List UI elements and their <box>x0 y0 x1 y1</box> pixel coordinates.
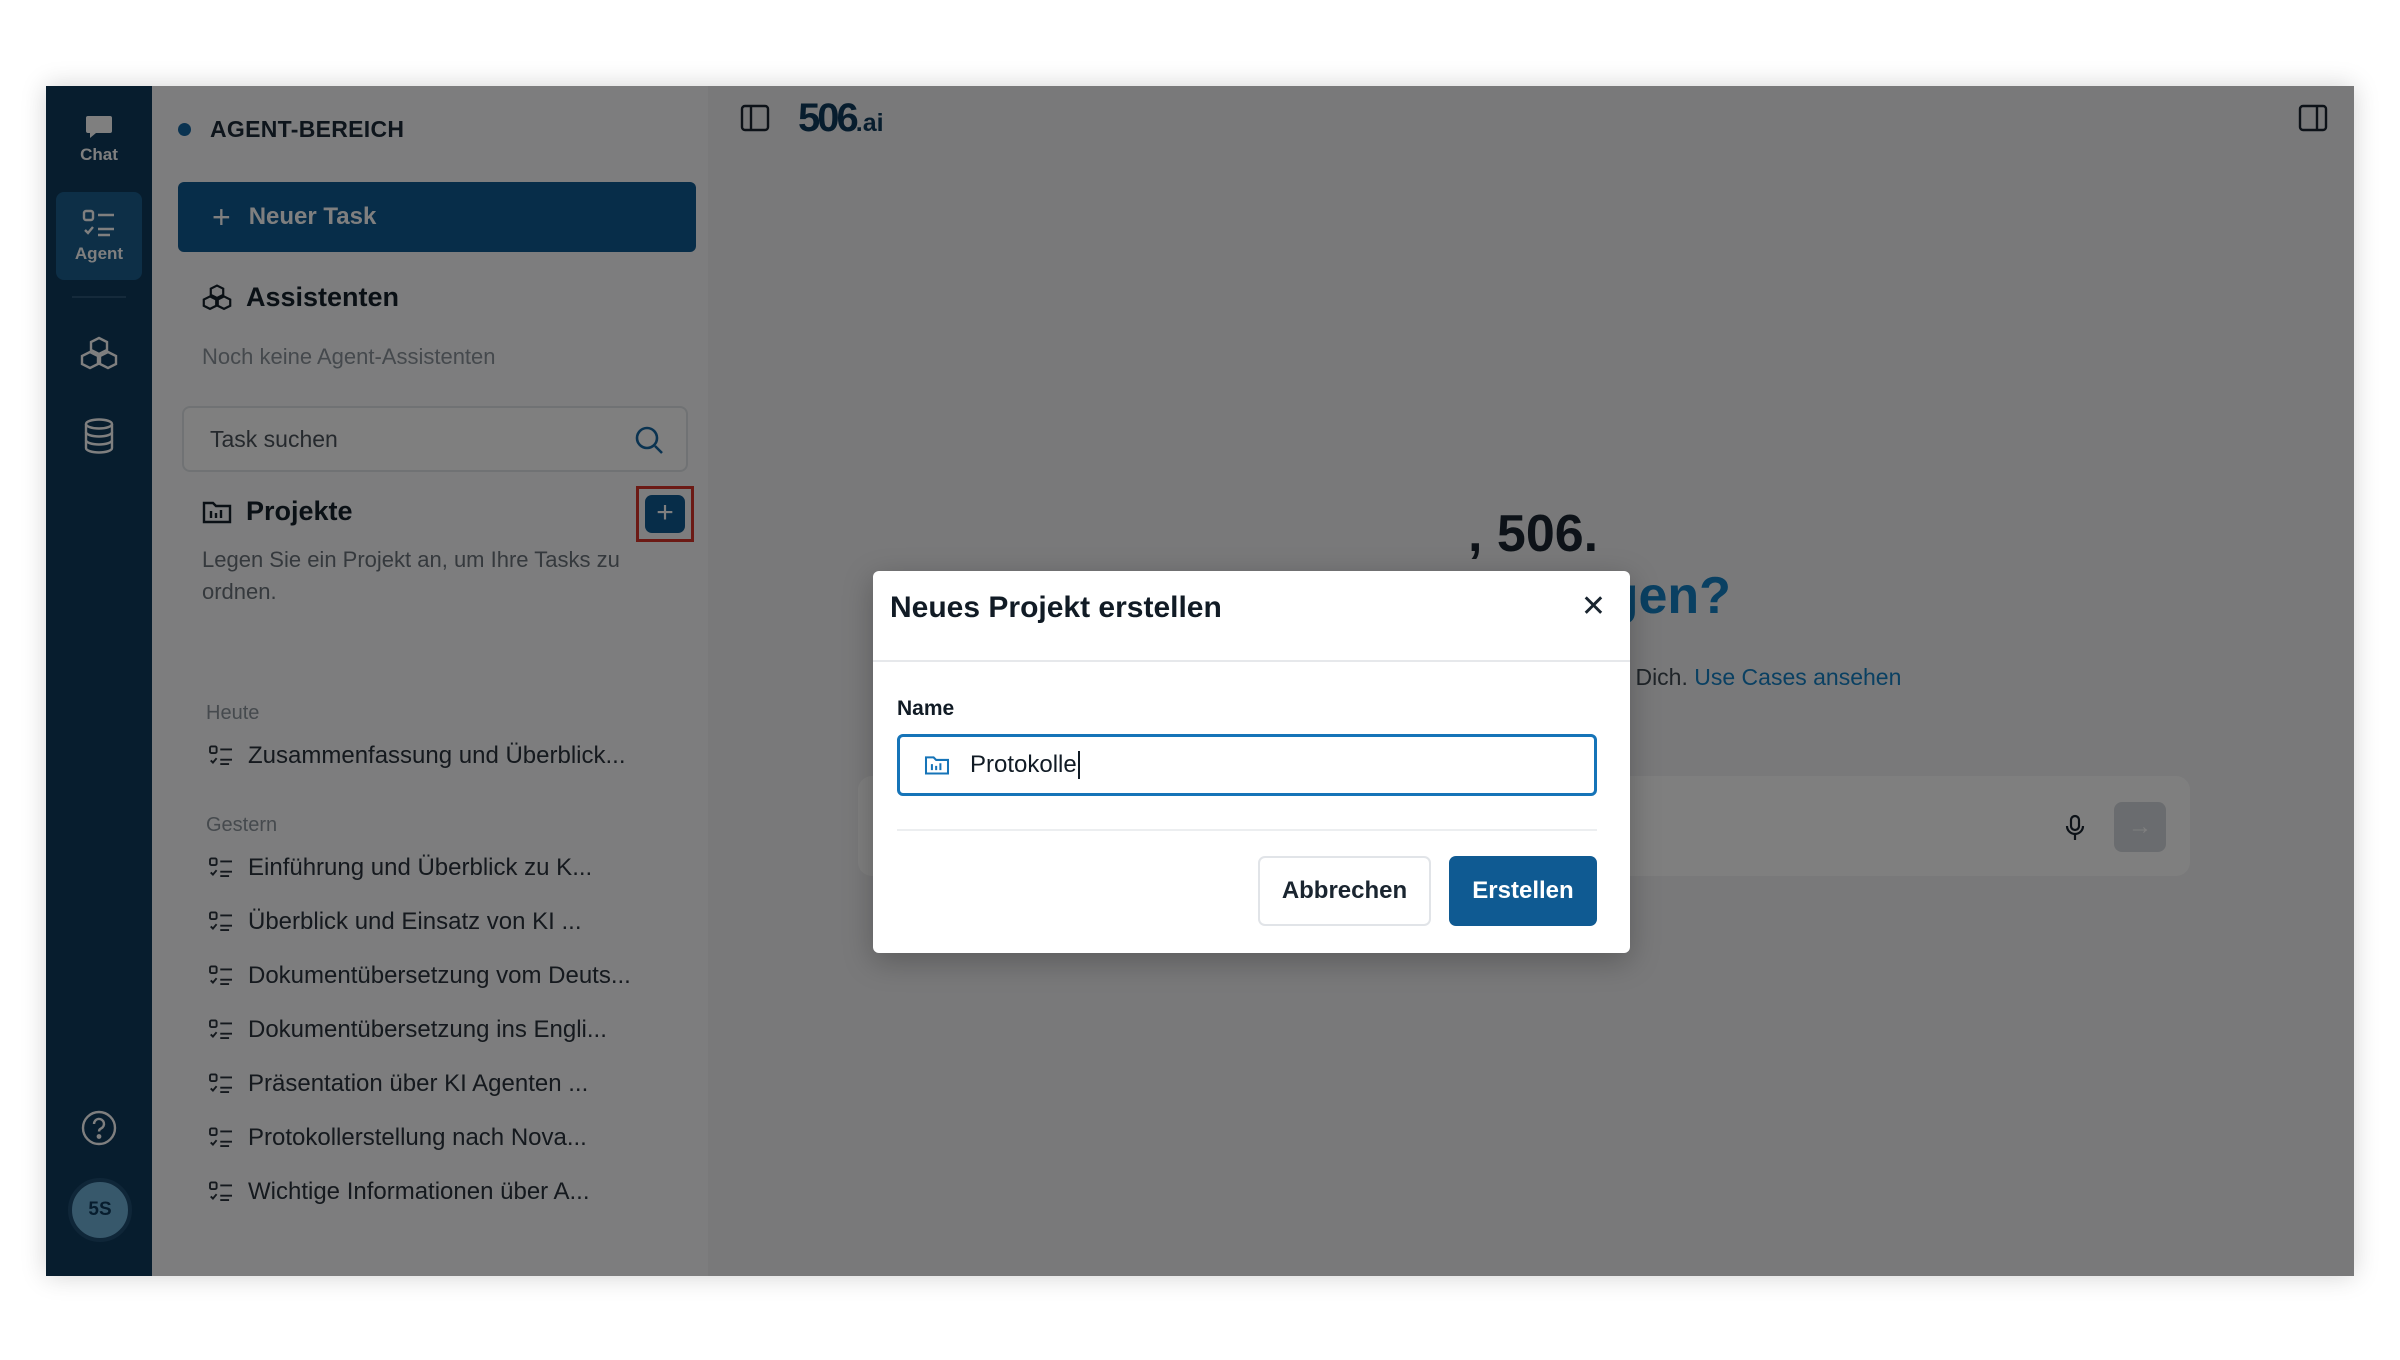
project-name-input[interactable]: Protokolle <box>897 734 1597 796</box>
create-button[interactable]: Erstellen <box>1449 856 1597 926</box>
divider <box>897 829 1597 831</box>
project-name-value: Protokolle <box>970 751 1077 778</box>
name-field-label: Name <box>897 697 955 720</box>
dialog-title: Neues Projekt erstellen <box>890 591 1222 624</box>
text-caret <box>1077 751 1080 779</box>
close-icon[interactable]: ✕ <box>1581 589 1606 624</box>
divider <box>873 660 1630 662</box>
new-project-dialog: Neues Projekt erstellen ✕ Name Protokoll… <box>873 571 1630 953</box>
project-folder-icon <box>924 756 950 775</box>
app-window: Chat Agent <box>46 86 2354 1276</box>
cancel-button[interactable]: Abbrechen <box>1258 856 1431 926</box>
